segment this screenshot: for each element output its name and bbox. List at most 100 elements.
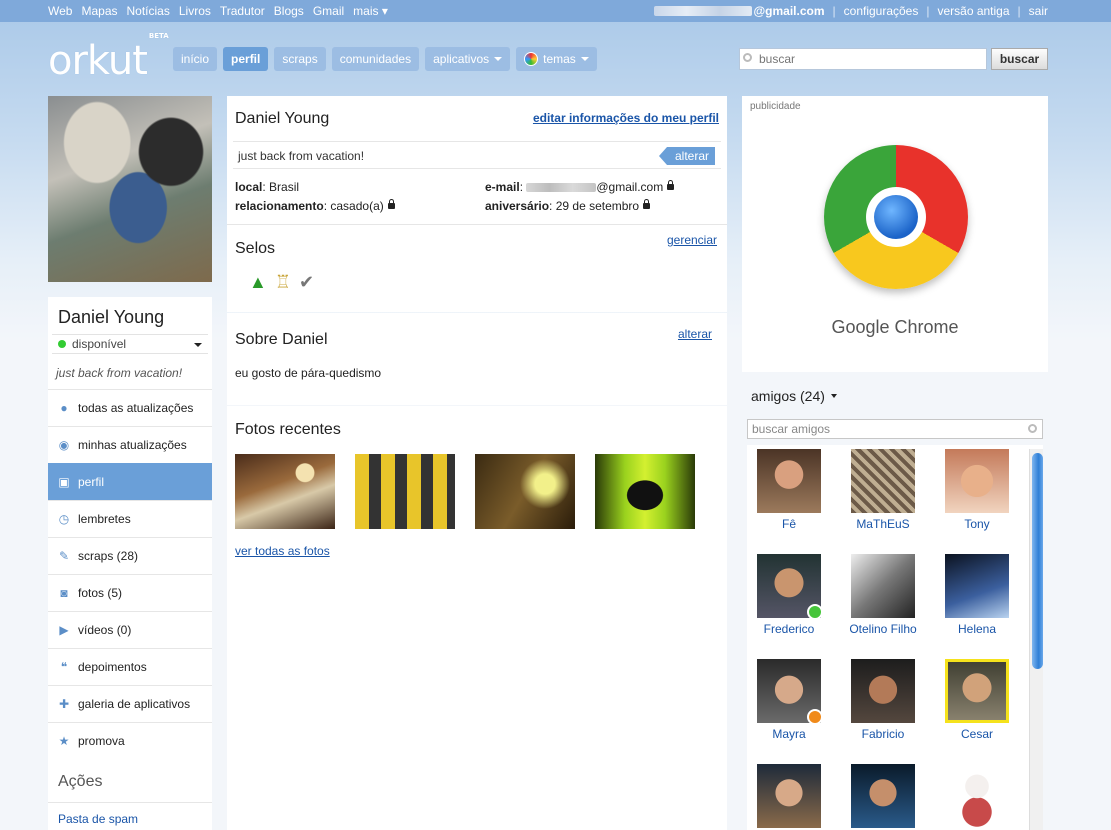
friends-heading[interactable]: amigos (24) (751, 388, 837, 404)
friend-avatar[interactable] (757, 659, 823, 725)
christmas-tree-icon[interactable]: ▲ (249, 272, 267, 293)
friend-name[interactable]: Fê (747, 517, 834, 531)
friend-avatar[interactable] (851, 764, 915, 828)
friends-scrollbar[interactable] (1029, 449, 1043, 830)
friend-card[interactable] (838, 764, 928, 828)
lock-icon[interactable] (643, 198, 651, 209)
view-all-photos-link[interactable]: ver todas as fotos (235, 544, 330, 558)
friend-name[interactable]: Mayra (747, 727, 834, 741)
tab-aplicativos[interactable]: aplicativos (425, 47, 511, 71)
photo-thumbnail[interactable] (235, 454, 335, 529)
sidebar-item-todas-atualizacoes[interactable]: ● todas as atualizações (48, 389, 212, 426)
checkmark-icon[interactable]: ✔ (299, 272, 314, 293)
friend-avatar[interactable] (851, 449, 915, 513)
tab-temas[interactable]: temas (516, 47, 597, 71)
account-email: @gmail.com (753, 4, 825, 18)
profile-photo[interactable] (48, 96, 212, 282)
friend-avatar[interactable] (945, 449, 1009, 513)
tab-label: início (181, 52, 210, 66)
friend-card[interactable]: Helena (932, 554, 1022, 636)
availability-dropdown[interactable]: disponível (52, 334, 208, 354)
lock-icon[interactable] (387, 198, 395, 209)
friend-name[interactable]: Fabricio (838, 727, 928, 741)
scrollbar-thumb[interactable] (1032, 453, 1043, 669)
tab-perfil[interactable]: perfil (223, 47, 269, 71)
sidebar-item-videos[interactable]: ▶ vídeos (0) (48, 611, 212, 648)
photo-thumbnail[interactable] (355, 454, 455, 529)
tab-scraps[interactable]: scraps (274, 47, 326, 71)
manage-badges-link[interactable]: gerenciar (667, 233, 717, 247)
friend-name[interactable]: Helena (932, 622, 1022, 636)
friend-avatar[interactable] (945, 764, 1009, 828)
link-mais[interactable]: mais ▾ (353, 4, 388, 18)
sidebar-item-scraps[interactable]: ✎ scraps (28) (48, 537, 212, 574)
friend-name[interactable]: MaThEuS (838, 517, 928, 531)
champagne-glasses-icon[interactable]: ♖ (275, 272, 291, 293)
availability-label: disponível (72, 337, 127, 351)
sidebar-item-minhas-atualizacoes[interactable]: ◉ minhas atualizações (48, 426, 212, 463)
link-web[interactable]: Web (48, 4, 72, 18)
orkut-logo[interactable]: orkutBETA (48, 32, 169, 84)
recent-photos-card: Fotos recentes ver todas as fotos (227, 406, 727, 830)
friend-avatar[interactable] (757, 554, 823, 620)
friend-avatar[interactable] (757, 449, 821, 513)
friend-card[interactable]: MaThEuS (838, 449, 928, 531)
friend-name[interactable]: Cesar (932, 727, 1022, 741)
account-links: @gmail.com | configurações | versão anti… (654, 4, 1048, 18)
sidebar-item-depoimentos[interactable]: ❝ depoimentos (48, 648, 212, 685)
friend-card[interactable]: Tony (932, 449, 1022, 531)
search-input[interactable] (739, 48, 987, 70)
friend-search-input[interactable]: buscar amigos (747, 419, 1043, 439)
search-button[interactable]: buscar (991, 48, 1048, 70)
friend-card[interactable]: Fabricio (838, 659, 928, 741)
recent-photos-heading: Fotos recentes (235, 421, 341, 438)
spam-folder-link[interactable]: Pasta de spam (48, 802, 212, 826)
edit-status-button[interactable]: alterar (658, 147, 715, 165)
link-blogs[interactable]: Blogs (274, 4, 304, 18)
friend-card[interactable]: Otelino Filho (838, 554, 928, 636)
badges-heading: Selos (235, 240, 276, 257)
friend-card[interactable]: Frederico (747, 554, 834, 636)
video-icon: ▶ (59, 623, 69, 637)
photo-thumbnail[interactable] (475, 454, 575, 529)
edit-about-link[interactable]: alterar (678, 327, 712, 341)
link-livros[interactable]: Livros (179, 4, 211, 18)
link-gmail[interactable]: Gmail (313, 4, 344, 18)
field-value: @gmail.com (596, 180, 664, 194)
friend-avatar[interactable] (851, 659, 915, 723)
field-email: e-mail: @gmail.com (485, 179, 675, 194)
sidebar-item-galeria-aplicativos[interactable]: ✚ galeria de aplicativos (48, 685, 212, 722)
photo-thumbnail[interactable] (595, 454, 695, 529)
friend-card[interactable] (932, 764, 1022, 828)
friend-card[interactable] (747, 764, 834, 828)
settings-link[interactable]: configurações (844, 4, 919, 18)
sidebar-item-lembretes[interactable]: ◷ lembretes (48, 500, 212, 537)
friend-avatar[interactable] (851, 554, 915, 618)
friend-name[interactable]: Frederico (747, 622, 834, 636)
logout-link[interactable]: sair (1029, 4, 1048, 18)
sidebar-item-perfil[interactable]: ▣ perfil (48, 463, 212, 500)
friend-avatar[interactable] (945, 659, 1009, 723)
separator: | (832, 4, 836, 18)
old-version-link[interactable]: versão antiga (937, 4, 1009, 18)
field-label: local (235, 180, 263, 194)
link-mapas[interactable]: Mapas (81, 4, 117, 18)
tab-inicio[interactable]: início (173, 47, 218, 71)
sidebar-item-promova[interactable]: ★ promova (48, 722, 212, 759)
friend-card[interactable]: Fê (747, 449, 834, 531)
link-noticias[interactable]: Notícias (127, 4, 170, 18)
friend-card[interactable]: Cesar (932, 659, 1022, 741)
sidebar-item-fotos[interactable]: ◙ fotos (5) (48, 574, 212, 611)
friend-avatar[interactable] (757, 764, 821, 828)
lock-icon[interactable] (667, 179, 675, 190)
field-label: e-mail (485, 180, 520, 194)
ad-panel[interactable]: publicidade Google Chrome (742, 96, 1048, 372)
friend-name[interactable]: Otelino Filho (838, 622, 928, 636)
edit-profile-link[interactable]: editar informações do meu perfil (533, 111, 719, 125)
friend-name[interactable]: Tony (932, 517, 1022, 531)
link-tradutor[interactable]: Tradutor (220, 4, 265, 18)
separator: | (1017, 4, 1021, 18)
friend-avatar[interactable] (945, 554, 1009, 618)
tab-comunidades[interactable]: comunidades (331, 47, 420, 71)
friend-card[interactable]: Mayra (747, 659, 834, 741)
